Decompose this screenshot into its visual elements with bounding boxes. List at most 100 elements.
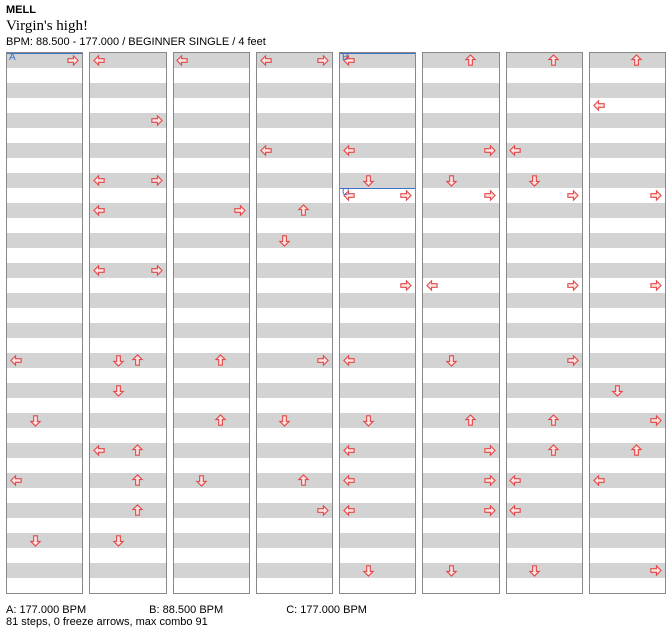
beat-row xyxy=(590,98,665,113)
lane-cell xyxy=(609,548,628,563)
lane-cell xyxy=(257,173,276,188)
lane-cell xyxy=(174,323,193,338)
lane-cell xyxy=(507,293,526,308)
beat-row xyxy=(90,443,165,458)
beat-row xyxy=(7,143,82,158)
lane-cell xyxy=(109,143,128,158)
beat-row xyxy=(257,233,332,248)
beat-row xyxy=(7,473,82,488)
beat-row xyxy=(90,413,165,428)
beat-row xyxy=(340,458,415,473)
beat-row xyxy=(590,113,665,128)
lane-cell xyxy=(109,68,128,83)
lane-cell xyxy=(378,473,397,488)
arrow-u-icon xyxy=(297,204,310,217)
lane-cell xyxy=(396,218,415,233)
lane-cell xyxy=(7,488,26,503)
bpm-marker-line xyxy=(340,53,415,54)
lane-cell xyxy=(609,308,628,323)
arrow-r-icon xyxy=(399,279,412,292)
beat-row xyxy=(340,548,415,563)
lane-cell xyxy=(590,533,609,548)
lane-cell xyxy=(147,518,166,533)
lane-cell xyxy=(609,578,628,593)
lane-cell xyxy=(90,233,109,248)
lane-cell xyxy=(109,263,128,278)
lane-cell xyxy=(627,443,646,458)
lane-cell xyxy=(590,113,609,128)
lane-cell xyxy=(396,203,415,218)
lane-cell xyxy=(230,308,249,323)
arrow-r-icon xyxy=(316,504,329,517)
beat-row xyxy=(507,83,582,98)
lane-cell xyxy=(192,383,211,398)
lane-cell xyxy=(423,173,442,188)
lane-cell xyxy=(294,173,313,188)
beat-row xyxy=(340,83,415,98)
lane-cell xyxy=(590,53,609,68)
beat-row xyxy=(423,518,498,533)
beat-row xyxy=(423,188,498,203)
lane-cell xyxy=(45,98,64,113)
lane-cell xyxy=(7,143,26,158)
step-columns: ABC xyxy=(6,52,666,594)
beat-row xyxy=(423,53,498,68)
lane-cell xyxy=(480,353,499,368)
lane-cell xyxy=(147,548,166,563)
lane-cell xyxy=(378,413,397,428)
lane-cell xyxy=(442,308,461,323)
lane-cell xyxy=(147,563,166,578)
arrow-r-icon xyxy=(316,54,329,67)
lane-cell xyxy=(45,353,64,368)
lane-cell xyxy=(609,413,628,428)
lane-cell xyxy=(128,413,147,428)
lane-cell xyxy=(507,83,526,98)
lane-cell xyxy=(544,293,563,308)
lane-cell xyxy=(544,428,563,443)
lane-cell xyxy=(378,428,397,443)
lane-cell xyxy=(147,443,166,458)
arrow-d-icon xyxy=(112,354,125,367)
beat-row xyxy=(507,338,582,353)
lane-cell xyxy=(147,128,166,143)
beat-row xyxy=(90,263,165,278)
lane-cell xyxy=(211,458,230,473)
lane-cell xyxy=(563,413,582,428)
lane-cell xyxy=(340,203,359,218)
beat-row xyxy=(590,53,665,68)
arrow-l-icon xyxy=(176,54,189,67)
beat-row xyxy=(7,578,82,593)
lane-cell xyxy=(590,218,609,233)
lane-cell xyxy=(174,203,193,218)
beat-row xyxy=(590,548,665,563)
lane-cell xyxy=(340,83,359,98)
lane-cell xyxy=(525,443,544,458)
lane-cell xyxy=(480,158,499,173)
lane-cell xyxy=(359,563,378,578)
lane-cell xyxy=(230,248,249,263)
lane-cell xyxy=(396,173,415,188)
lane-cell xyxy=(609,113,628,128)
lane-cell xyxy=(230,173,249,188)
lane-cell xyxy=(192,68,211,83)
lane-cell xyxy=(544,68,563,83)
lane-cell xyxy=(294,488,313,503)
lane-cell xyxy=(480,173,499,188)
lane-cell xyxy=(63,278,82,293)
lane-cell xyxy=(340,233,359,248)
lane-cell xyxy=(174,53,193,68)
lane-cell xyxy=(45,278,64,293)
lane-cell xyxy=(276,68,295,83)
lane-cell xyxy=(340,218,359,233)
lane-cell xyxy=(128,533,147,548)
lane-cell xyxy=(192,308,211,323)
lane-cell xyxy=(257,233,276,248)
lane-cell xyxy=(257,128,276,143)
lane-cell xyxy=(646,53,665,68)
beat-row xyxy=(423,533,498,548)
lane-cell xyxy=(359,128,378,143)
lane-cell xyxy=(627,383,646,398)
lane-cell xyxy=(294,188,313,203)
beat-row xyxy=(7,278,82,293)
lane-cell xyxy=(63,533,82,548)
